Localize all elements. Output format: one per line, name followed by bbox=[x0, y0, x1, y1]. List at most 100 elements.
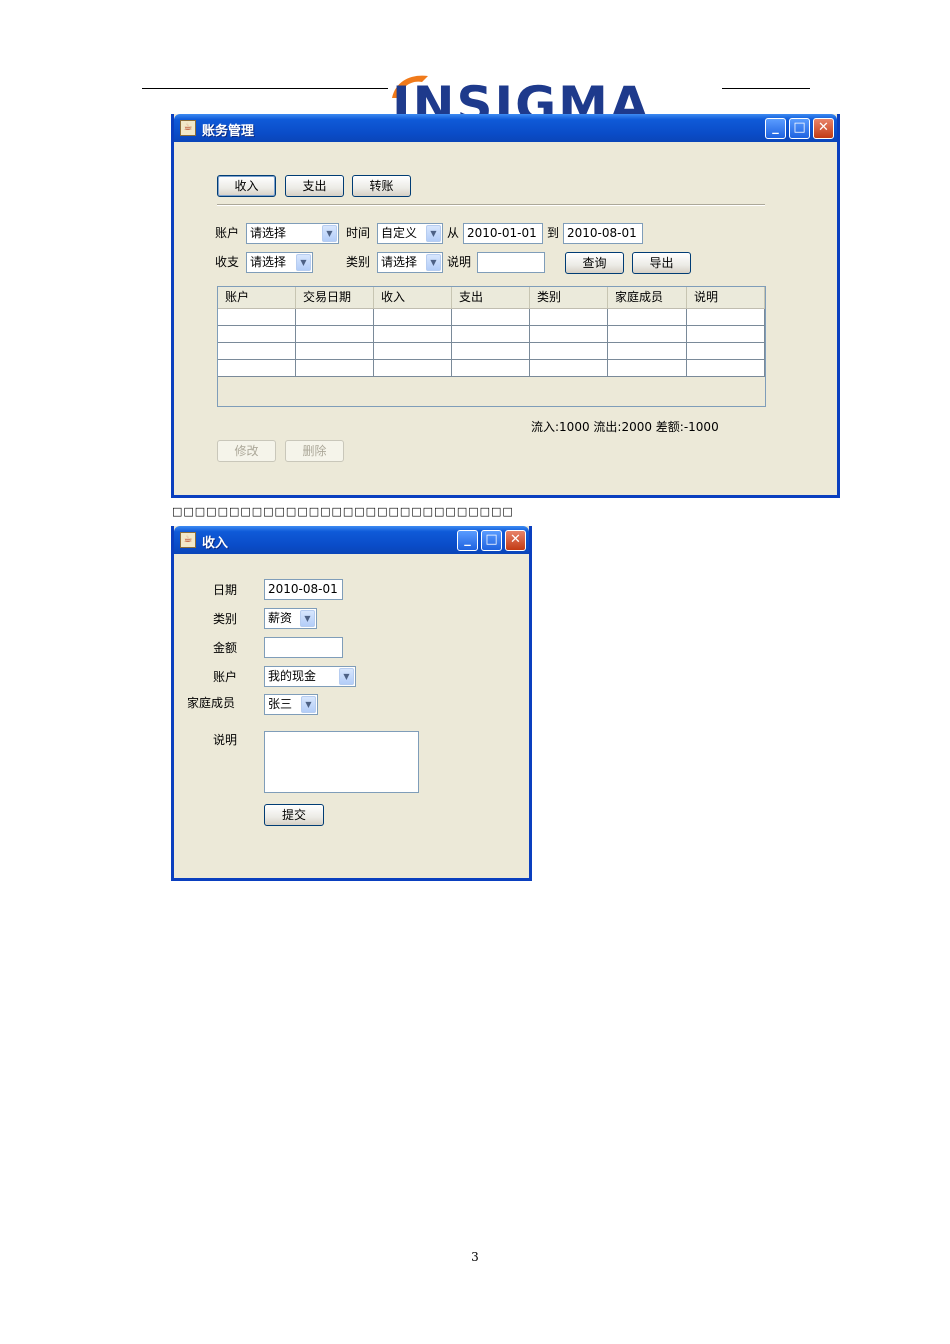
expense-button[interactable]: 支出 bbox=[285, 175, 344, 197]
table-cell[interactable] bbox=[218, 326, 296, 342]
family-member-select-value: 张三 bbox=[268, 697, 293, 711]
table-cell[interactable] bbox=[608, 309, 687, 325]
account-label: 账户 bbox=[215, 226, 240, 240]
table-cell[interactable] bbox=[374, 309, 452, 325]
maximize-button[interactable]: □ bbox=[481, 530, 502, 551]
table-cell[interactable] bbox=[530, 309, 608, 325]
table-cell[interactable] bbox=[296, 343, 374, 359]
transactions-table[interactable]: 账户 交易日期 收入 支出 类别 家庭成员 说明 bbox=[217, 286, 766, 407]
table-cell[interactable] bbox=[687, 309, 765, 325]
table-cell[interactable] bbox=[530, 326, 608, 342]
toolbar-separator bbox=[217, 204, 765, 206]
window-client-area: 日期 2010-08-01 类别 薪资 ▼ 金额 账户 我的现金 ▼ 家庭成员 … bbox=[174, 554, 529, 878]
table-cell[interactable] bbox=[374, 343, 452, 359]
table-cell[interactable] bbox=[296, 309, 374, 325]
logo-text: INSIGMA bbox=[392, 76, 651, 116]
table-cell[interactable] bbox=[687, 326, 765, 342]
column-header-account[interactable]: 账户 bbox=[218, 287, 296, 308]
date-input[interactable]: 2010-08-01 bbox=[264, 579, 343, 600]
table-cell[interactable] bbox=[452, 309, 530, 325]
title-bar[interactable]: ☕ 收入 _ □ ✕ bbox=[174, 526, 529, 554]
income-window: ☕ 收入 _ □ ✕ 日期 2010-08-01 类别 薪资 ▼ 金额 账户 我… bbox=[171, 526, 532, 881]
minimize-button[interactable]: _ bbox=[457, 530, 478, 551]
note-label: 说明 bbox=[213, 733, 238, 747]
table-cell[interactable] bbox=[452, 360, 530, 376]
table-cell[interactable] bbox=[687, 343, 765, 359]
account-management-window: ☕ 账务管理 _ □ ✕ 收入 支出 转账 账户 请选择 ▼ 时间 自定义 ▼ … bbox=[171, 114, 840, 498]
table-cell[interactable] bbox=[374, 326, 452, 342]
chevron-down-icon[interactable]: ▼ bbox=[300, 610, 315, 627]
table-cell[interactable] bbox=[218, 343, 296, 359]
account-select-value: 请选择 bbox=[250, 226, 287, 240]
close-button[interactable]: ✕ bbox=[505, 530, 526, 551]
table-cell[interactable] bbox=[296, 326, 374, 342]
chevron-down-icon[interactable]: ▼ bbox=[426, 225, 441, 242]
column-header-note[interactable]: 说明 bbox=[687, 287, 765, 308]
amount-input[interactable] bbox=[264, 637, 343, 658]
title-bar[interactable]: ☕ 账务管理 _ □ ✕ bbox=[174, 114, 837, 142]
table-cell[interactable] bbox=[530, 360, 608, 376]
delete-button[interactable]: 删除 bbox=[285, 440, 344, 462]
table-cell[interactable] bbox=[687, 360, 765, 376]
export-button[interactable]: 导出 bbox=[632, 252, 691, 274]
transfer-button[interactable]: 转账 bbox=[352, 175, 411, 197]
category-select[interactable]: 薪资 ▼ bbox=[264, 608, 317, 629]
account-select[interactable]: 请选择 ▼ bbox=[246, 223, 339, 244]
table-header: 账户 交易日期 收入 支出 类别 家庭成员 说明 bbox=[218, 287, 765, 309]
table-row[interactable] bbox=[218, 360, 765, 377]
family-member-select[interactable]: 张三 ▼ bbox=[264, 694, 318, 715]
table-row[interactable] bbox=[218, 326, 765, 343]
header-rule-right bbox=[722, 88, 810, 89]
column-header-date[interactable]: 交易日期 bbox=[296, 287, 374, 308]
column-header-expense[interactable]: 支出 bbox=[452, 287, 530, 308]
query-button[interactable]: 查询 bbox=[565, 252, 624, 274]
table-cell[interactable] bbox=[218, 309, 296, 325]
chevron-down-icon[interactable]: ▼ bbox=[301, 696, 316, 713]
chevron-down-icon[interactable]: ▼ bbox=[296, 254, 311, 271]
column-header-category[interactable]: 类别 bbox=[530, 287, 608, 308]
income-button[interactable]: 收入 bbox=[217, 175, 276, 197]
edit-button[interactable]: 修改 bbox=[217, 440, 276, 462]
totals-summary: 流入:1000 流出:2000 差额:-1000 bbox=[531, 420, 719, 434]
table-cell[interactable] bbox=[374, 360, 452, 376]
table-cell[interactable] bbox=[452, 343, 530, 359]
chevron-down-icon[interactable]: ▼ bbox=[322, 225, 337, 242]
chevron-down-icon[interactable]: ▼ bbox=[426, 254, 441, 271]
category-select[interactable]: 请选择 ▼ bbox=[377, 252, 443, 273]
account-select[interactable]: 我的现金 ▼ bbox=[264, 666, 356, 687]
column-header-income[interactable]: 收入 bbox=[374, 287, 452, 308]
from-label: 从 bbox=[447, 226, 460, 240]
note-textarea[interactable] bbox=[264, 731, 419, 793]
java-cup-icon: ☕ bbox=[180, 120, 196, 136]
table-cell[interactable] bbox=[218, 360, 296, 376]
amount-label: 金额 bbox=[213, 641, 238, 655]
submit-button[interactable]: 提交 bbox=[264, 804, 324, 826]
close-button[interactable]: ✕ bbox=[813, 118, 834, 139]
from-date-input[interactable]: 2010-01-01 bbox=[463, 223, 543, 244]
inout-label: 收支 bbox=[215, 255, 240, 269]
table-cell[interactable] bbox=[530, 343, 608, 359]
column-header-member[interactable]: 家庭成员 bbox=[608, 287, 687, 308]
time-select[interactable]: 自定义 ▼ bbox=[377, 223, 443, 244]
table-cell[interactable] bbox=[296, 360, 374, 376]
table-row[interactable] bbox=[218, 309, 765, 326]
table-row[interactable] bbox=[218, 343, 765, 360]
category-label: 类别 bbox=[346, 255, 371, 269]
note-input[interactable] bbox=[477, 252, 545, 273]
table-cell[interactable] bbox=[452, 326, 530, 342]
account-select-value: 我的现金 bbox=[268, 669, 317, 683]
inout-select[interactable]: 请选择 ▼ bbox=[246, 252, 313, 273]
insigma-logo: INSIGMA bbox=[388, 72, 722, 116]
inout-select-value: 请选择 bbox=[250, 255, 287, 269]
family-member-label: 家庭成员 bbox=[187, 696, 236, 710]
to-date-input[interactable]: 2010-08-01 bbox=[563, 223, 643, 244]
header-rule-left bbox=[142, 88, 388, 89]
table-cell[interactable] bbox=[608, 360, 687, 376]
table-cell[interactable] bbox=[608, 343, 687, 359]
minimize-button[interactable]: _ bbox=[765, 118, 786, 139]
note-label: 说明 bbox=[447, 255, 472, 269]
chevron-down-icon[interactable]: ▼ bbox=[339, 668, 354, 685]
maximize-button[interactable]: □ bbox=[789, 118, 810, 139]
category-label: 类别 bbox=[213, 612, 238, 626]
table-cell[interactable] bbox=[608, 326, 687, 342]
